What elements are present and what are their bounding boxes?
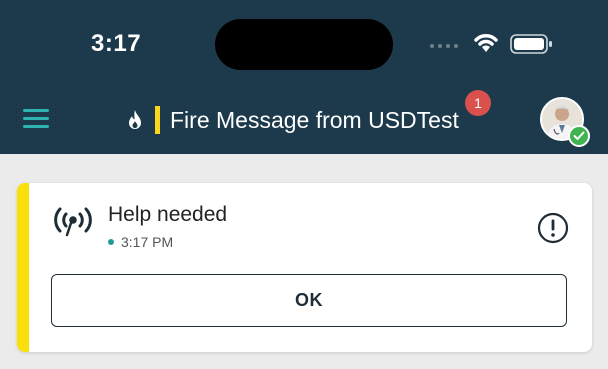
- status-icons: [430, 30, 560, 58]
- priority-stripe: [17, 183, 29, 352]
- online-check-icon: [568, 125, 590, 147]
- ok-button[interactable]: OK: [51, 274, 567, 327]
- flame-icon: [129, 110, 141, 129]
- page-title: Fire Message from USDTest: [170, 106, 459, 133]
- cellular-signal-icon: [430, 44, 458, 48]
- battery-icon: [510, 34, 552, 54]
- message-time-row: 3:17 PM: [108, 234, 173, 250]
- title-accent-bar: [155, 106, 160, 134]
- hamburger-menu-icon[interactable]: [23, 109, 49, 131]
- app-header: 3:17 Fire Message from USDTest 1: [0, 0, 608, 154]
- wifi-icon: [474, 34, 498, 52]
- header-title-group: Fire Message from USDTest: [125, 104, 459, 136]
- broadcast-icon: [54, 207, 92, 237]
- dynamic-island: [215, 19, 393, 70]
- message-title: Help needed: [108, 203, 228, 226]
- status-time: 3:17: [91, 30, 142, 57]
- notification-badge: 1: [465, 90, 491, 116]
- message-card[interactable]: Help needed 3:17 PM OK: [17, 183, 592, 352]
- alert-icon[interactable]: [536, 211, 570, 245]
- message-time: 3:17 PM: [121, 234, 174, 250]
- unread-dot: [108, 239, 114, 245]
